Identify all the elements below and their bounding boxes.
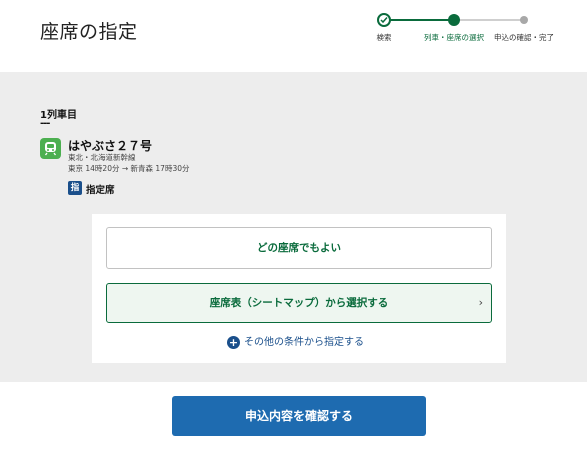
page-header: 座席の指定 検索 列車・座席の選択 申込の確認・完了: [0, 0, 587, 72]
seat-map-button[interactable]: 座席表（シートマップ）から選択する ›: [106, 283, 492, 323]
any-seat-button[interactable]: どの座席でもよい: [106, 227, 492, 269]
seat-type-label: 指定席: [86, 185, 115, 196]
confirm-application-button[interactable]: 申込内容を確認する: [172, 396, 426, 436]
stepper-current-dot: [448, 14, 460, 26]
other-conditions-link[interactable]: その他の条件から指定する: [244, 336, 364, 349]
step-label-search: 検索: [376, 33, 392, 42]
check-icon: [377, 13, 391, 27]
stepper-line-upcoming: [454, 19, 524, 21]
step-label-select: 列車・座席の選択: [424, 33, 484, 42]
train-line: 東北・北海道新幹線: [68, 153, 136, 162]
stepper-line-done: [384, 19, 454, 21]
train-schedule: 東京 14時20分 → 新青森 17時30分: [68, 164, 190, 173]
page-title: 座席の指定: [40, 21, 138, 43]
reserved-seat-badge: 指: [68, 181, 82, 195]
plus-circle-icon[interactable]: +: [227, 336, 240, 349]
train-icon: [40, 138, 61, 159]
car-subtitle: ---: [40, 118, 51, 129]
step-label-confirm: 申込の確認・完了: [494, 33, 554, 42]
chevron-right-icon: ›: [478, 296, 483, 309]
stepper-upcoming-dot: [520, 16, 528, 24]
seat-map-label: 座席表（シートマップ）から選択する: [209, 297, 389, 309]
progress-stepper: 検索 列車・座席の選択 申込の確認・完了: [360, 12, 560, 68]
